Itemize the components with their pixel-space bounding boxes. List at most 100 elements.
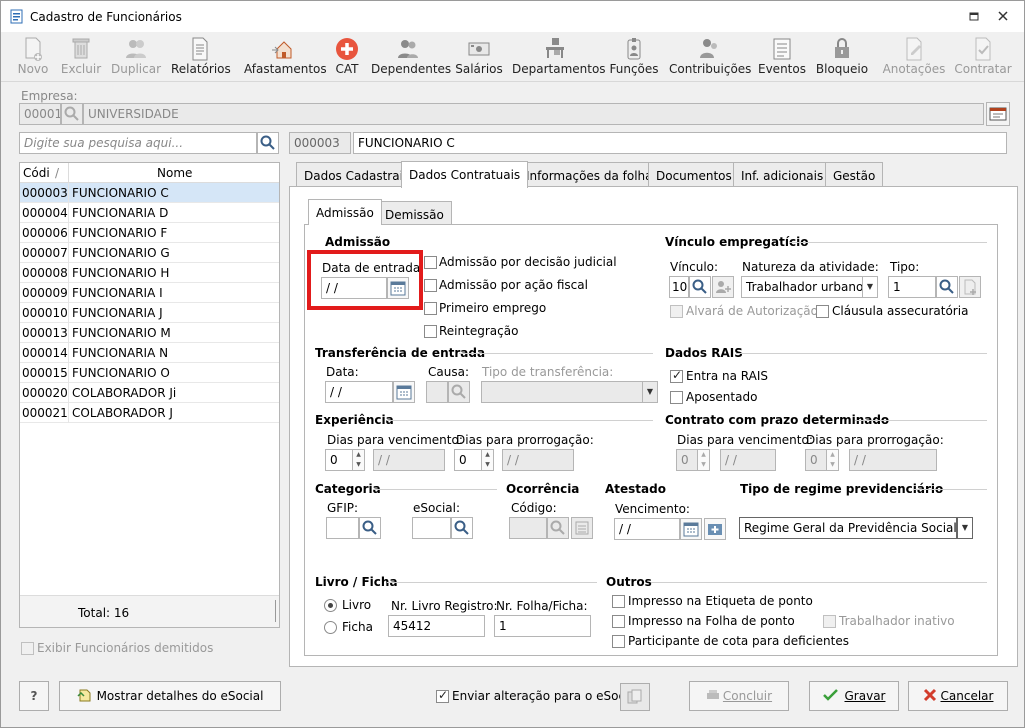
exibir-demitidos-checkbox[interactable] [21, 642, 34, 655]
chevron-down-icon[interactable]: ▼ [957, 517, 973, 539]
chevron-down-icon[interactable]: ▼ [642, 381, 658, 403]
etiqueta-checkbox[interactable] [612, 595, 625, 608]
table-row[interactable]: 000006 FUNCIONARIO F [20, 223, 279, 243]
bloqueio-button[interactable]: Bloqueio [814, 36, 870, 80]
tab-demissao[interactable]: Demissão [377, 201, 452, 225]
codigo-list-button[interactable] [571, 517, 593, 539]
mostrar-esocial-button[interactable]: Mostrar detalhes do eSocial [59, 681, 281, 711]
exp-prorrog-input[interactable]: 0 [454, 449, 482, 471]
relatorios-button[interactable]: Relatórios [171, 36, 231, 80]
empresa-search-button[interactable] [61, 103, 83, 125]
excluir-button[interactable]: Excluir [59, 36, 103, 80]
tipo-add-button[interactable] [959, 276, 981, 298]
col-code-header[interactable]: Códi [23, 166, 50, 180]
esocial-input[interactable] [412, 517, 451, 539]
empresa-code-field[interactable]: 00001 [19, 103, 61, 125]
salarios-button[interactable]: Salários [455, 36, 503, 80]
inativo-checkbox[interactable] [823, 615, 836, 628]
primeiro-emprego-checkbox[interactable] [424, 302, 437, 315]
exp-prorrog-stepper[interactable]: ▲ ▼ [482, 449, 494, 471]
table-row[interactable]: 000014 FUNCIONARIA N [20, 343, 279, 363]
table-row[interactable]: 000009 FUNCIONARIA I [20, 283, 279, 303]
table-row[interactable]: 000010 FUNCIONARIA J [20, 303, 279, 323]
natureza-select[interactable]: Trabalhador urbano [741, 276, 863, 298]
livro-radio[interactable] [324, 599, 337, 612]
afastamentos-button[interactable]: Afastamentos [244, 36, 327, 80]
contrato-venc-date[interactable]: / / [720, 449, 776, 471]
table-row[interactable]: 000008 FUNCIONARIO H [20, 263, 279, 283]
aposentado-checkbox[interactable] [670, 391, 683, 404]
exp-venc-input[interactable]: 0 [325, 449, 353, 471]
tipo-search-button[interactable] [936, 276, 958, 298]
nr-folha-input[interactable]: 1 [494, 615, 591, 637]
empresa-name-field[interactable]: UNIVERSIDADE [83, 103, 984, 125]
atestado-add-button[interactable] [704, 518, 726, 540]
tab-dados-contratuais[interactable]: Dados Contratuais [401, 161, 529, 188]
acao-fiscal-checkbox[interactable] [424, 279, 437, 292]
exp-prorrog-date[interactable]: / / [502, 449, 574, 471]
codigo-search-button[interactable] [547, 517, 569, 539]
causa-search-button[interactable] [448, 381, 470, 403]
exp-venc-date[interactable]: / / [373, 449, 445, 471]
duplicar-button[interactable]: Duplicar [109, 36, 163, 80]
funcoes-button[interactable]: Funções [607, 36, 661, 80]
atestado-calendar-button[interactable] [680, 518, 702, 540]
contrato-prorrog-stepper[interactable]: ▲ ▼ [827, 449, 839, 471]
gfip-search-button[interactable] [359, 517, 381, 539]
esocial-send-button[interactable] [620, 683, 650, 711]
col-name-header[interactable]: Nome [157, 166, 192, 180]
decisao-judicial-checkbox[interactable] [424, 256, 437, 269]
tab-admissao[interactable]: Admissão [308, 199, 382, 225]
cat-button[interactable]: CAT [331, 36, 363, 80]
reintegracao-checkbox[interactable] [424, 325, 437, 338]
empresa-card-button[interactable] [986, 102, 1010, 126]
folha-ponto-checkbox[interactable] [612, 615, 625, 628]
tab-dados-cadastrais[interactable]: Dados Cadastrais [296, 162, 418, 186]
tab-informacoes-folha[interactable]: Informações da folha [518, 162, 661, 186]
table-row[interactable]: 000007 FUNCIONARIO G [20, 243, 279, 263]
codigo-input[interactable] [509, 517, 547, 539]
tab-gestao[interactable]: Gestão [825, 162, 884, 186]
exp-venc-stepper[interactable]: ▲ ▼ [353, 449, 365, 471]
causa-input[interactable] [426, 381, 448, 403]
gravar-button[interactable]: Gravar [809, 681, 899, 711]
table-row[interactable]: 000003 FUNCIONARIO C [20, 183, 279, 203]
atestado-vencimento-input[interactable]: / / [614, 518, 680, 540]
tab-documentos[interactable]: Documentos [648, 162, 740, 186]
cancelar-button[interactable]: Cancelar [908, 681, 1008, 711]
dependentes-button[interactable]: Dependentes [371, 36, 451, 80]
restore-button[interactable] [967, 10, 981, 23]
nr-livro-input[interactable]: 45412 [388, 615, 485, 637]
concluir-button[interactable]: Concluir [689, 681, 789, 711]
tipo-input[interactable]: 1 [888, 276, 936, 298]
vinculo-input[interactable]: 10 [669, 276, 689, 298]
enviar-esocial-checkbox[interactable] [436, 688, 449, 703]
search-button[interactable] [257, 132, 279, 154]
anotacoes-button[interactable]: Anotações [882, 36, 946, 80]
vinculo-search-button[interactable] [689, 276, 711, 298]
table-row[interactable]: 000004 FUNCIONARIA D [20, 203, 279, 223]
ficha-radio[interactable] [324, 621, 337, 634]
transferencia-calendar-button[interactable] [393, 381, 415, 403]
eventos-button[interactable]: Eventos [758, 36, 806, 80]
contrato-venc-stepper[interactable]: ▲ ▼ [698, 449, 710, 471]
entra-rais-checkbox[interactable] [670, 368, 683, 383]
table-row[interactable]: 000021 COLABORADOR J [20, 403, 279, 423]
esocial-search-button[interactable] [451, 517, 473, 539]
departamentos-button[interactable]: Departamentos [512, 36, 606, 80]
deficientes-checkbox[interactable] [612, 635, 625, 648]
alvara-checkbox[interactable] [670, 305, 683, 318]
search-input[interactable]: Digite sua pesquisa aqui... [19, 132, 257, 154]
contribuicoes-button[interactable]: Contribuições [669, 36, 751, 80]
novo-button[interactable]: Novo [13, 36, 53, 80]
transferencia-data-input[interactable]: / / [325, 381, 393, 403]
clausula-checkbox[interactable] [816, 305, 829, 318]
tab-inf-adicionais[interactable]: Inf. adicionais [733, 162, 832, 186]
chevron-down-icon[interactable]: ▼ [862, 276, 878, 298]
contrato-prorrog-input[interactable]: 0 [805, 449, 827, 471]
close-button[interactable] [996, 10, 1010, 23]
vinculo-add-button[interactable] [712, 276, 734, 298]
table-row[interactable]: 000013 FUNCIONARIO M [20, 323, 279, 343]
contrato-venc-input[interactable]: 0 [676, 449, 698, 471]
contratar-button[interactable]: Contratar [954, 36, 1012, 80]
